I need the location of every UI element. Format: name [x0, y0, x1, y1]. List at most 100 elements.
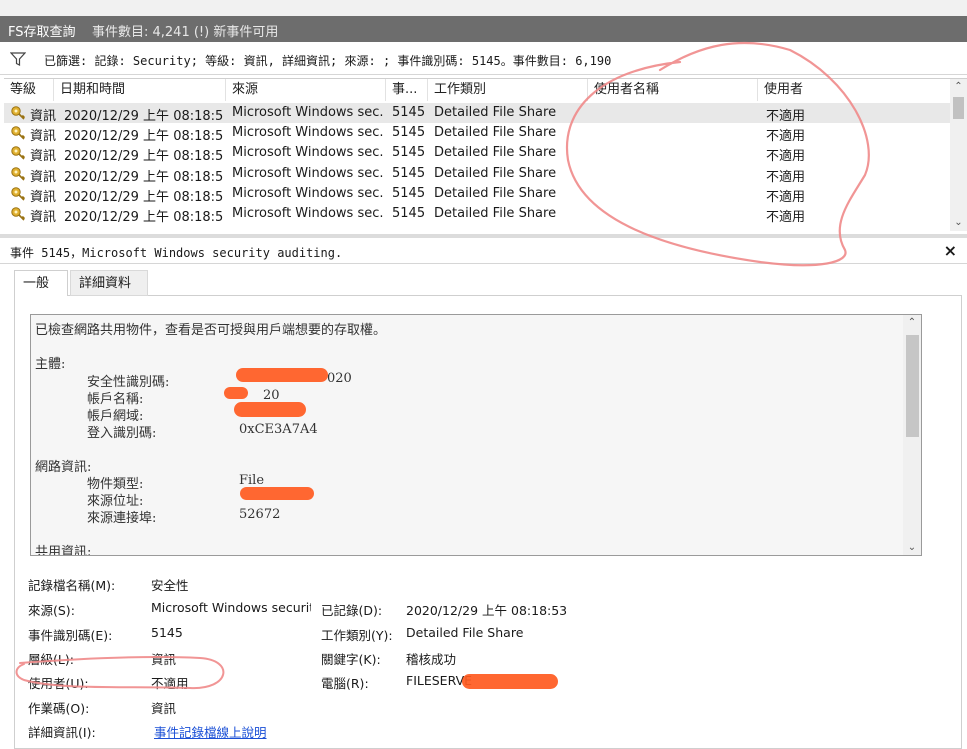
share-header: 共用資訊: [35, 545, 92, 556]
scroll-down-icon[interactable]: ⌄ [950, 215, 967, 231]
opcode-label: 作業碼(O): [28, 701, 90, 716]
cell-task: Detailed File Share [434, 145, 557, 161]
cell-datetime: 2020/12/29 上午 08:18:53 [64, 129, 224, 145]
redaction-mark [236, 368, 328, 382]
user-value: 不適用 [151, 676, 189, 691]
redaction-mark [240, 487, 314, 500]
logon-id-value: 0xCE3A7A4 [239, 422, 318, 437]
key-icon [10, 125, 26, 141]
logon-id-label: 登入識別碼: [87, 426, 157, 441]
key-icon [10, 206, 26, 222]
event-list-scrollbar[interactable]: ⌃ ⌄ [950, 79, 967, 231]
network-header: 網路資訊: [35, 460, 92, 475]
cell-datetime: 2020/12/29 上午 08:18:53 [64, 169, 224, 185]
cell-id: 5145 [392, 206, 426, 221]
event-log-online-help-link[interactable]: 事件記錄檔線上說明 [154, 722, 267, 741]
cell-datetime: 2020/12/29 上午 08:18:53 [64, 189, 224, 205]
task-category-value: Detailed File Share [406, 625, 524, 640]
tab-details[interactable]: 詳細資料 [70, 270, 148, 296]
cell-level: 資訊 [30, 149, 56, 165]
column-header-username[interactable]: 使用者名稱 [588, 79, 758, 101]
description-scrollbar[interactable]: ⌃ ⌄ [903, 315, 921, 555]
scroll-up-icon[interactable]: ⌃ [950, 79, 967, 95]
subject-header: 主體: [35, 357, 66, 372]
table-row[interactable]: 資訊 2020/12/29 上午 08:18:53 Microsoft Window… [4, 123, 950, 145]
cell-user: 不適用 [766, 210, 806, 225]
scrollbar-thumb[interactable] [953, 97, 964, 119]
cell-datetime: 2020/12/29 上午 08:18:53 [64, 109, 224, 124]
redaction-mark [224, 387, 248, 399]
close-icon[interactable]: × [944, 241, 957, 260]
table-row[interactable]: 資訊 2020/12/29 上午 08:18:53 Microsoft Window… [4, 184, 950, 205]
tab-general[interactable]: 一般 [14, 270, 68, 296]
cell-user: 不適用 [766, 189, 806, 205]
table-row[interactable]: 資訊 2020/12/29 上午 08:18:53 Microsoft Window… [4, 103, 950, 124]
cell-user: 不適用 [766, 169, 806, 185]
pane-splitter[interactable] [0, 234, 967, 238]
column-header-source[interactable]: 來源 [226, 79, 386, 101]
column-header-level[interactable]: 等級 [4, 79, 54, 101]
scrollbar-thumb[interactable] [906, 335, 919, 437]
table-row[interactable]: 資訊 2020/12/29 上午 08:18:53 Microsoft Window… [4, 143, 950, 165]
account-name-value: 20 [263, 388, 280, 403]
cell-source: Microsoft Windows sec... [232, 185, 384, 201]
column-header-user[interactable]: 使用者 [758, 79, 950, 101]
cell-datetime: 2020/12/29 上午 08:18:53 [64, 149, 224, 165]
level-label: 層級(L): [28, 652, 74, 667]
log-name-label: 記錄檔名稱(M): [28, 578, 116, 593]
new-events-notice[interactable]: 事件數目: 4,241 (!) 新事件可用 [92, 21, 278, 40]
key-icon [10, 105, 26, 121]
key-icon [10, 166, 26, 182]
column-header-event-id[interactable]: 事... [386, 79, 428, 101]
table-row[interactable]: 資訊 2020/12/29 上午 08:18:53 Microsoft Window… [4, 164, 950, 185]
source-label: 來源(S): [28, 603, 75, 618]
logged-label: 已記錄(D): [321, 603, 383, 618]
cell-source: Microsoft Windows sec... [232, 105, 384, 120]
scroll-up-icon[interactable]: ⌃ [903, 317, 921, 328]
level-value: 資訊 [151, 652, 177, 667]
cell-level: 資訊 [30, 210, 56, 225]
scroll-down-icon[interactable]: ⌄ [903, 542, 921, 553]
cell-task: Detailed File Share [434, 185, 557, 201]
column-header-datetime[interactable]: 日期和時間 [54, 79, 226, 101]
column-header-task-category[interactable]: 工作類別 [428, 79, 588, 101]
description-summary: 已檢查網路共用物件，查看是否可授與用戶端想要的存取權。 [35, 323, 387, 338]
cell-source: Microsoft Windows sec... [232, 165, 384, 181]
source-port-value: 52672 [239, 507, 281, 522]
event-detail-title: 事件 5145，Microsoft Windows security audit… [10, 246, 343, 260]
filter-summary: 已篩選: 記錄: Security; 等級: 資訊, 詳細資訊; 來源: ; 事… [44, 54, 612, 68]
window-top-strip [0, 0, 967, 16]
cell-source: Microsoft Windows sec... [232, 206, 384, 221]
cell-task: Detailed File Share [434, 125, 557, 141]
cell-id: 5145 [392, 165, 426, 181]
cell-id: 5145 [392, 105, 426, 120]
cell-datetime: 2020/12/29 上午 08:18:53 [64, 210, 224, 225]
cell-level: 資訊 [30, 129, 56, 145]
cell-user: 不適用 [766, 109, 806, 124]
cell-level: 資訊 [30, 189, 56, 205]
computer-label: 電腦(R): [321, 676, 369, 691]
redaction-mark [234, 402, 306, 417]
key-icon [10, 145, 26, 161]
table-row[interactable]: 資訊 2020/12/29 上午 08:18:53 Microsoft Window… [4, 204, 950, 225]
cell-task: Detailed File Share [434, 165, 557, 181]
log-name-value: 安全性 [151, 578, 189, 593]
event-detail-header: 事件 5145，Microsoft Windows security audit… [0, 239, 967, 264]
source-value: Microsoft Windows security a [151, 600, 311, 615]
cell-source: Microsoft Windows sec... [232, 145, 384, 161]
object-type-value: File [239, 473, 265, 488]
event-description-box[interactable]: 已檢查網路共用物件，查看是否可授與用戶端想要的存取權。 主體: 安全性識別碼: … [30, 314, 922, 556]
filter-icon [10, 52, 26, 66]
keywords-value: 稽核成功 [406, 652, 457, 667]
cell-level: 資訊 [30, 169, 56, 185]
filter-bar: 已篩選: 記錄: Security; 等級: 資訊, 詳細資訊; 來源: ; 事… [0, 44, 967, 75]
user-label: 使用者(U): [28, 676, 89, 691]
key-icon [10, 186, 26, 202]
window-titlebar: FS存取查詢 事件數目: 4,241 (!) 新事件可用 [0, 16, 967, 42]
event-list[interactable]: 等級 日期和時間 來源 事... 工作類別 使用者名稱 使用者 資訊 2020/1… [4, 78, 967, 231]
sid-value: 020 [327, 371, 352, 386]
cell-id: 5145 [392, 145, 426, 161]
cell-task: Detailed File Share [434, 105, 557, 120]
logged-value: 2020/12/29 上午 08:18:53 [406, 603, 568, 618]
redaction-mark [462, 674, 558, 689]
